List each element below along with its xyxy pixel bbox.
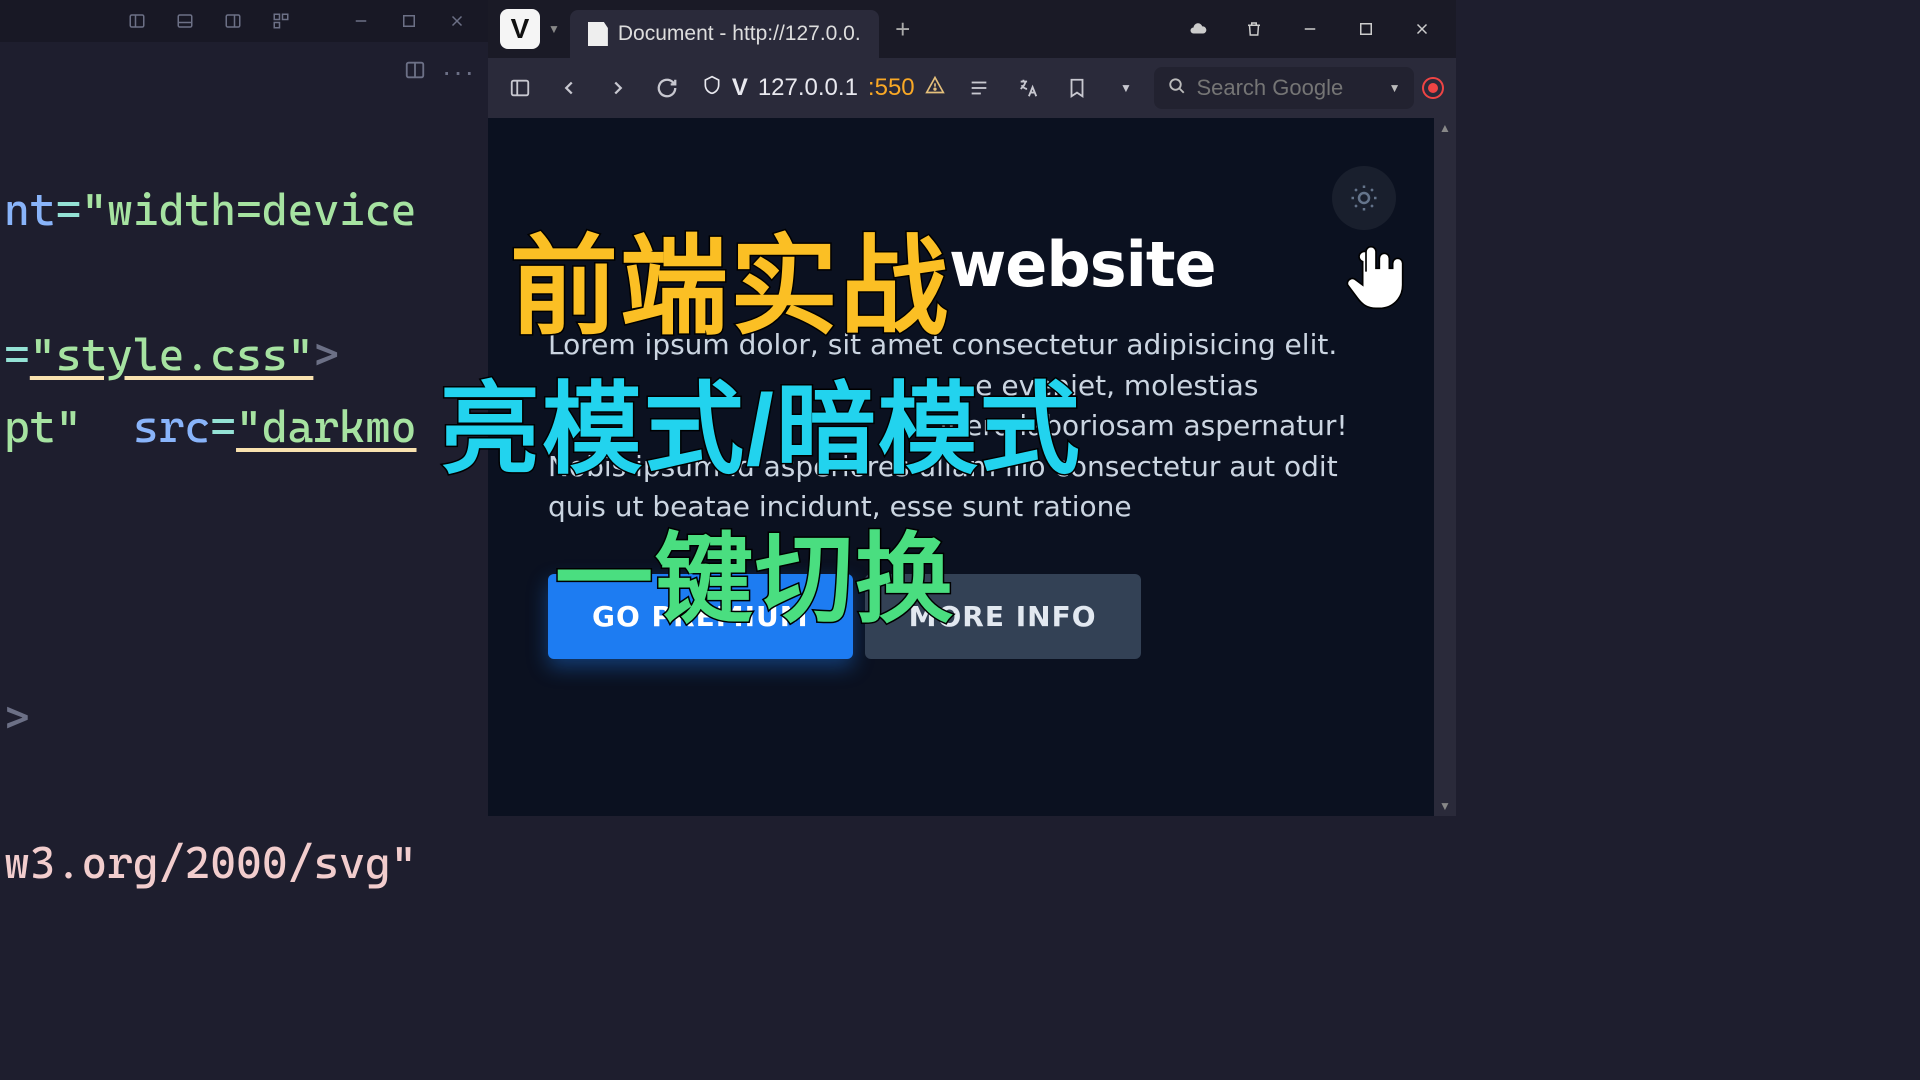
sun-icon [1349,183,1379,213]
tab-favicon-icon [588,22,608,46]
address-bar[interactable]: V 127.0.0.1 :550 [696,74,951,102]
theme-toggle-button[interactable] [1332,166,1396,230]
forward-button[interactable] [598,67,639,109]
shield-icon [702,74,722,102]
split-right-icon[interactable] [210,0,256,42]
app-menu-dropdown-icon[interactable]: ▼ [548,22,560,36]
new-tab-button[interactable]: + [885,11,921,47]
minimize-button[interactable] [1288,9,1332,49]
vivaldi-app-icon[interactable]: V [500,9,540,49]
split-bottom-icon[interactable] [162,0,208,42]
split-left-icon[interactable] [114,0,160,42]
maximize-button[interactable] [1344,9,1388,49]
tab-title: Document - http://127.0.0. [618,22,861,46]
address-port: :550 [868,74,915,102]
more-info-button[interactable]: MORE INFO [865,574,1141,659]
vivaldi-badge-icon: V [732,74,748,102]
scroll-up-icon[interactable]: ▲ [1434,118,1456,138]
address-host: 127.0.0.1 [758,74,858,102]
scrollbar[interactable]: ▲ ▼ [1434,118,1456,816]
browser-tab[interactable]: Document - http://127.0.0. [570,10,879,58]
hero-button-row: GO PREMIUM MORE INFO [548,574,1374,659]
browser-titlebar: V ▼ Document - http://127.0.0. + [488,0,1456,58]
maximize-button[interactable] [386,0,432,42]
search-icon [1168,77,1186,100]
search-field[interactable]: ▼ [1154,67,1414,109]
search-engine-dropdown-icon[interactable]: ▼ [1389,81,1401,95]
hero-title: Hero Demo website [548,228,1374,301]
page-viewport: Hero Demo website Lorem ipsum dolor, sit… [488,118,1456,816]
editor-tab-toolbar: ··· [0,42,488,102]
browser-toolbar: V 127.0.0.1 :550 ▼ ▼ [488,58,1456,118]
browser-window: V ▼ Document - http://127.0.0. + V 127.0… [488,0,1456,816]
back-button[interactable] [549,67,590,109]
code-editor[interactable]: nt="width=device ="style.css"> pt" src="… [0,102,488,901]
warning-icon [925,74,945,102]
reload-button[interactable] [647,67,688,109]
record-icon[interactable] [1422,77,1444,99]
more-icon[interactable]: ··· [442,56,476,88]
cloud-sync-icon[interactable] [1176,9,1220,49]
go-premium-button[interactable]: GO PREMIUM [548,574,853,659]
trash-icon[interactable] [1232,9,1276,49]
scroll-down-icon[interactable]: ▼ [1434,796,1456,816]
search-input[interactable] [1196,75,1376,101]
layout-grid-icon[interactable] [258,0,304,42]
bookmark-icon[interactable] [1057,67,1098,109]
split-editor-icon[interactable] [404,59,426,86]
close-button[interactable] [1400,9,1444,49]
editor-window: ··· nt="width=device ="style.css"> pt" s… [0,0,488,816]
editor-titlebar [0,0,488,42]
demo-page: Hero Demo website Lorem ipsum dolor, sit… [488,118,1434,659]
cursor-hand-icon [1336,230,1416,320]
window-controls [1176,9,1456,49]
translate-icon[interactable] [1008,67,1049,109]
minimize-button[interactable] [338,0,384,42]
chevron-down-icon[interactable]: ▼ [1106,67,1147,109]
panel-toggle-icon[interactable] [500,67,541,109]
hero-paragraph: Lorem ipsum dolor, sit amet consectetur … [548,325,1374,528]
code-token: nt [4,185,56,236]
close-button[interactable] [434,0,480,42]
reader-mode-icon[interactable] [959,67,1000,109]
